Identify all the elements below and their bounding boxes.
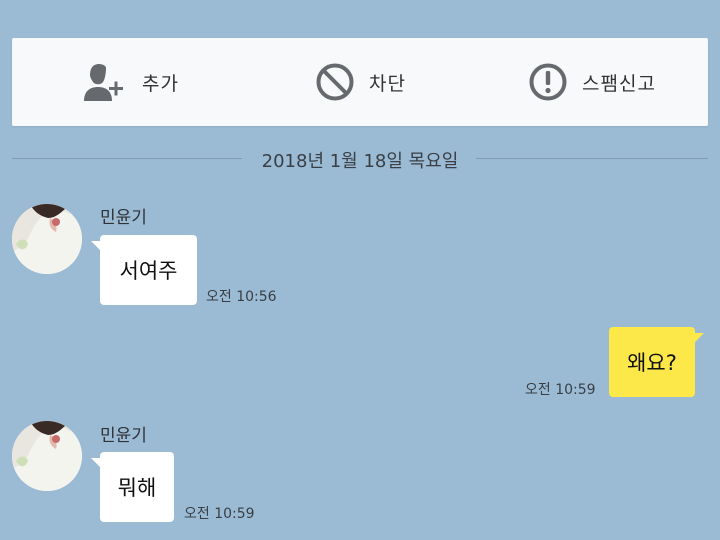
spam-report-button[interactable]: 스팸신고	[528, 38, 656, 126]
sender-name: 민윤기	[100, 208, 147, 228]
block-icon	[316, 63, 354, 101]
block-button[interactable]: 차단	[315, 38, 406, 126]
message-time: 오전 10:59	[525, 382, 596, 398]
date-separator: 2018년 1월 18일 목요일	[12, 145, 708, 173]
message-time: 오전 10:59	[184, 506, 255, 522]
date-separator-text: 2018년 1월 18일 목요일	[261, 151, 459, 172]
chevron-down-icon	[570, 0, 572, 1]
friend-action-bar: 추가 차단 스팸신고	[12, 38, 708, 126]
sender-name: 민윤기	[100, 426, 147, 446]
message-bubble[interactable]: 서여주	[91, 235, 197, 305]
spam-report-label: 스팸신고	[582, 72, 656, 95]
message-bubble[interactable]: 뭐해	[91, 452, 174, 522]
avatar[interactable]	[12, 421, 82, 491]
separator-line	[476, 158, 708, 159]
add-friend-label: 추가	[142, 72, 179, 95]
avatar[interactable]	[12, 204, 82, 274]
block-label: 차단	[369, 72, 406, 95]
add-friend-button[interactable]: 추가	[78, 38, 179, 126]
message-time: 오전 10:56	[206, 289, 277, 305]
spam-report-icon	[529, 63, 567, 101]
avatar-image	[12, 204, 82, 274]
avatar-image	[12, 421, 82, 491]
add-friend-icon	[84, 64, 123, 101]
message-bubble[interactable]: 왜요?	[609, 327, 704, 397]
